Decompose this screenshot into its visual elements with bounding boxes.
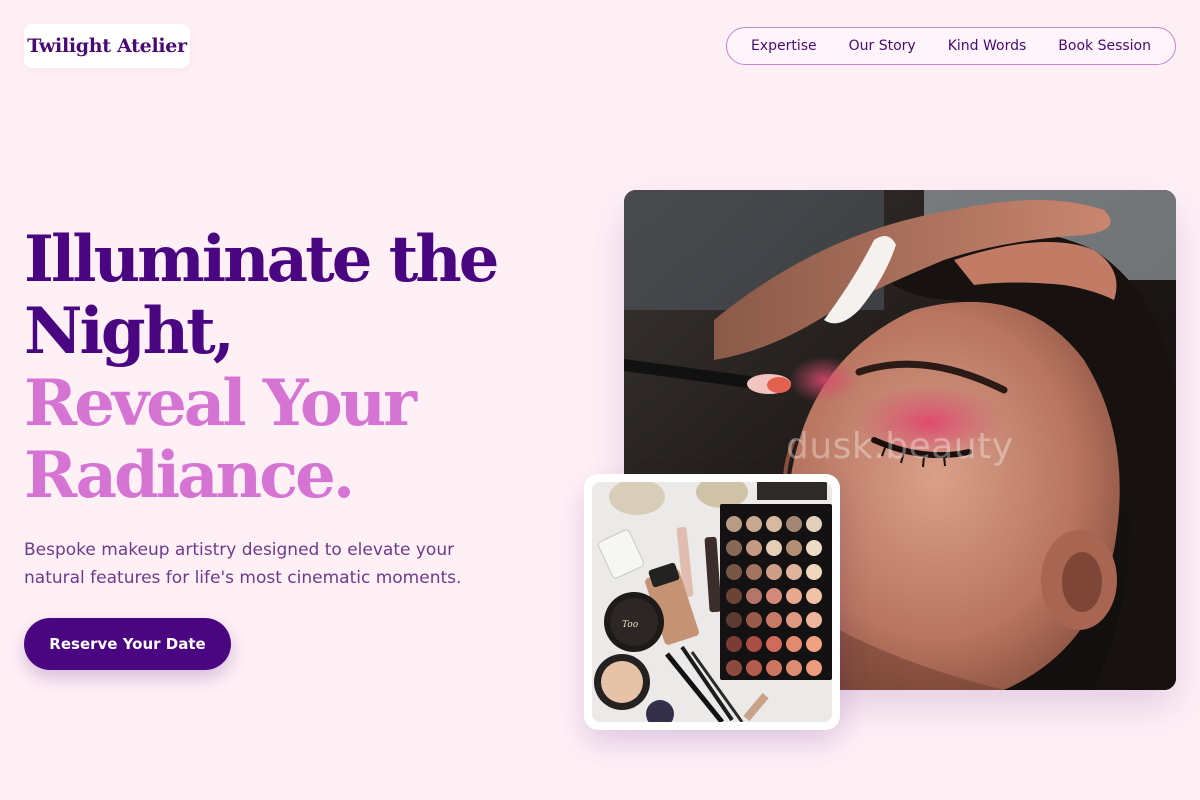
hero-headline: Illuminate the Night, Reveal Your Radian… [24, 222, 499, 513]
image-watermark: dusk.beauty [786, 426, 1014, 467]
hero-subcopy: Bespoke makeup artistry designed to elev… [24, 540, 462, 588]
nav-item-book-session[interactable]: Book Session [1042, 38, 1167, 54]
product-photo: Too [592, 482, 832, 722]
main-nav: Expertise Our Story Kind Words Book Sess… [725, 27, 1176, 65]
nav-item-our-story[interactable]: Our Story [833, 38, 932, 54]
brand-logo[interactable]: Twilight Atelier [24, 24, 190, 68]
headline-line-3: Reveal Your [24, 366, 417, 441]
product-photo-card: Too [584, 474, 840, 730]
svg-text:Too: Too [622, 620, 639, 630]
headline-line-4: Radiance. [24, 438, 355, 513]
landing-page: Twilight Atelier Expertise Our Story Kin… [0, 0, 1200, 800]
reserve-date-button[interactable]: Reserve Your Date [24, 618, 231, 670]
makeup-products-illustration: Too [592, 482, 832, 722]
headline-line-2: Night, [24, 294, 235, 369]
headline-line-1: Illuminate the [24, 222, 499, 297]
nav-item-kind-words[interactable]: Kind Words [932, 38, 1043, 54]
nav-item-expertise[interactable]: Expertise [735, 38, 833, 54]
